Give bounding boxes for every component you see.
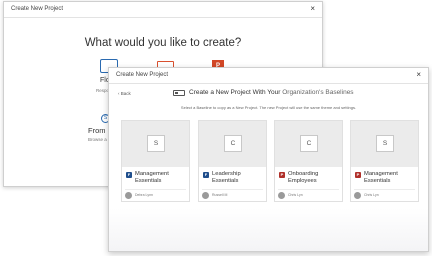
toggle-knob: [175, 92, 178, 94]
card-divider: [354, 189, 415, 190]
heading-org-text: Organization's Baselines: [282, 89, 354, 96]
heading-text: Create a New Project With Your: [189, 89, 281, 96]
card-type-badge: P: [279, 172, 285, 178]
from-baseline-subtext: Browse a: [88, 137, 107, 142]
card-title: Management Essentials: [135, 171, 169, 184]
card-type-badge: F: [203, 172, 209, 178]
card-divider: [202, 189, 263, 190]
dialog-title: Create New Project: [116, 72, 169, 78]
create-question: What would you like to create?: [84, 37, 242, 49]
card-letter-tile: S: [376, 135, 394, 152]
close-icon[interactable]: ×: [310, 4, 315, 13]
card-owner: Chris Lyn: [288, 193, 303, 197]
close-icon[interactable]: ×: [416, 70, 421, 79]
dialog-heading: Create a New Project With Your Organizat…: [189, 89, 354, 96]
card-type-badge: F: [126, 172, 132, 178]
dialog-header: Create New Project ×: [109, 68, 428, 84]
baseline-card[interactable]: S P Management Essentials Chris Lyn: [350, 120, 419, 202]
card-owner: Debra Lynn: [135, 193, 153, 197]
back-button[interactable]: ‹ Back: [118, 91, 131, 96]
card-title: Management Essentials: [364, 171, 398, 184]
instruction-text: Select a Baseline to copy as a New Proje…: [180, 105, 357, 110]
avatar: [354, 192, 361, 199]
baseline-toggle[interactable]: [173, 90, 185, 96]
card-type-badge: P: [355, 172, 361, 178]
card-title: Leadership Essentials: [212, 171, 241, 184]
card-divider: [278, 189, 339, 190]
avatar: [125, 192, 132, 199]
card-divider: [125, 189, 186, 190]
card-title: Onboarding Employees: [288, 171, 319, 184]
card-letter-tile: S: [147, 135, 165, 152]
avatar: [278, 192, 285, 199]
dialog-footer-area: [109, 208, 428, 251]
card-letter-tile: C: [300, 135, 318, 152]
avatar: [202, 192, 209, 199]
baseline-card[interactable]: C F Leadership Essentials Russell M: [198, 120, 267, 202]
dialog-header: Create New Project ×: [4, 2, 322, 18]
card-owner: Chris Lyn: [364, 193, 379, 197]
card-letter-tile: C: [224, 135, 242, 152]
baseline-card[interactable]: C P Onboarding Employees Chris Lyn: [274, 120, 343, 202]
card-owner: Russell M: [212, 193, 228, 197]
dialog-title: Create New Project: [11, 6, 64, 12]
baseline-select-dialog: Create New Project × ‹ Back Create a New…: [108, 67, 429, 252]
baseline-card[interactable]: S F Management Essentials Debra Lynn: [121, 120, 190, 202]
